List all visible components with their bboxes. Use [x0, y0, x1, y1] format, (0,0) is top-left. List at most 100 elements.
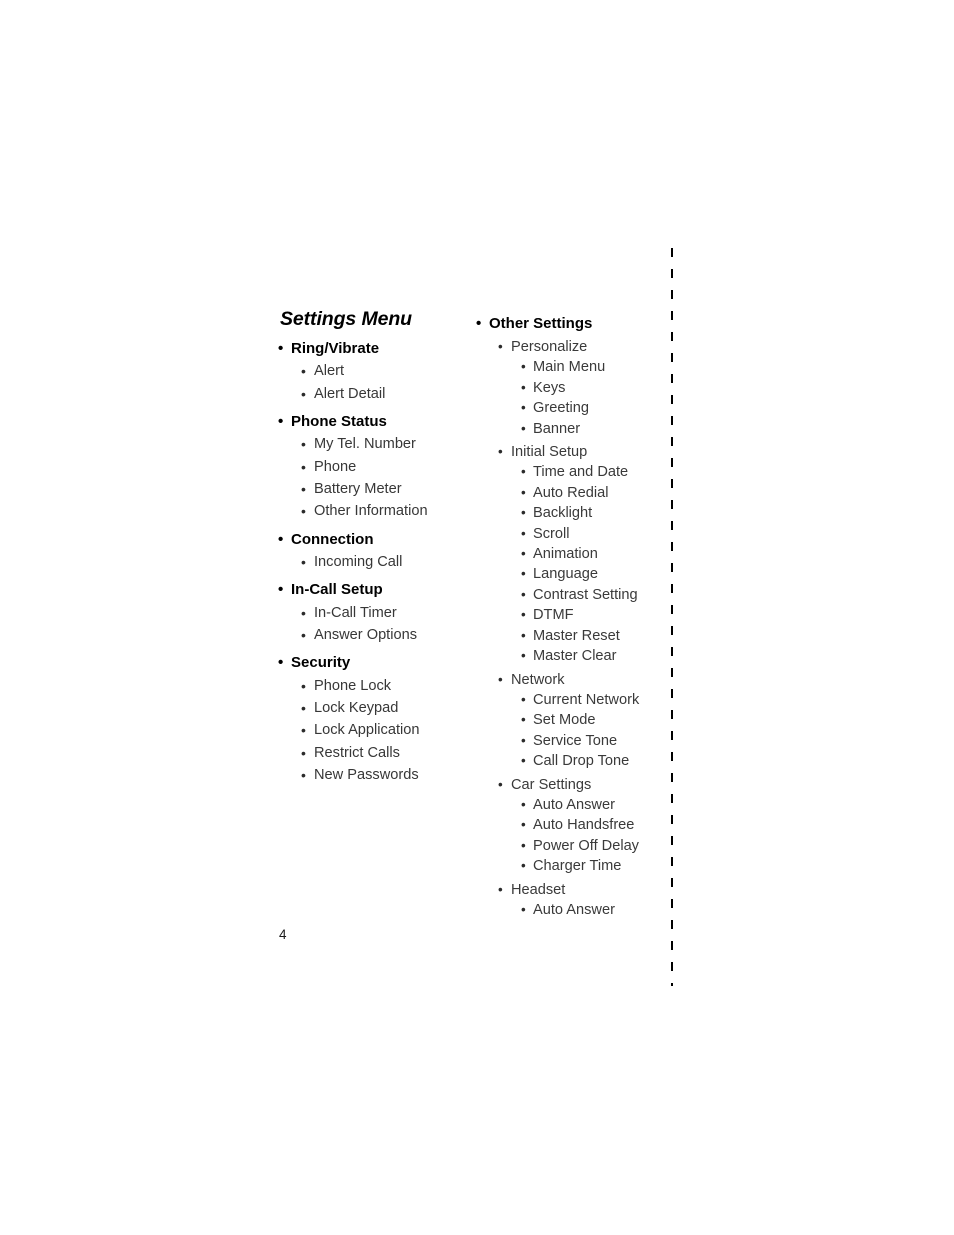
page-title: Settings Menu [280, 308, 412, 330]
menu-item-keys: • Keys [476, 378, 666, 398]
menu-item-dtmf-label: DTMF [533, 607, 574, 624]
bullet-icon: • [301, 604, 306, 621]
menu-item-master-reset-label: Master Reset [533, 627, 620, 644]
menu-item-service-tone-label: Service Tone [533, 732, 618, 749]
bullet-icon: • [521, 817, 526, 833]
menu-item-other-information-label: Other Information [314, 503, 428, 520]
menu-item-lock-application: • Lock Application [278, 719, 478, 741]
menu-item-call-drop-tone-label: Call Drop Tone [533, 753, 630, 770]
menu-group-phone-status-label: Phone Status [291, 413, 387, 430]
bullet-icon: • [301, 677, 306, 694]
bullet-icon: • [521, 464, 526, 480]
menu-item-alert-label: Alert [314, 363, 345, 380]
menu-group-initial-setup: • Initial Setup [476, 442, 666, 462]
menu-item-set-mode-label: Set Mode [533, 712, 596, 729]
bullet-icon: • [521, 753, 526, 769]
menu-item-time-and-date: • Time and Date [476, 462, 666, 482]
menu-item-scroll: • Scroll [476, 524, 666, 544]
menu-item-charger-time: • Charger Time [476, 856, 666, 876]
menu-item-restrict-calls-label: Restrict Calls [314, 744, 400, 761]
menu-item-battery-meter-label: Battery Meter [314, 481, 402, 497]
menu-item-lock-keypad: • Lock Keypad [278, 697, 478, 719]
menu-item-call-drop-tone: • Call Drop Tone [476, 751, 666, 771]
menu-item-language: • Language [476, 564, 666, 584]
menu-item-auto-handsfree: • Auto Handsfree [476, 815, 666, 835]
menu-item-other-information: • Other Information [278, 500, 478, 522]
menu-item-incoming-call: • Incoming Call [278, 551, 478, 573]
menu-item-alert: • Alert [278, 360, 478, 382]
menu-item-battery-meter: • Battery Meter [278, 478, 478, 500]
menu-item-current-network: • Current Network [476, 690, 666, 710]
menu-group-car-settings-label: Car Settings [511, 776, 592, 793]
left-column: Settings Menu • Ring/Vibrate • Alert • Alert … [278, 308, 478, 786]
menu-item-language-label: Language [533, 566, 598, 583]
bullet-icon: • [521, 586, 526, 602]
bullet-icon: • [521, 607, 526, 623]
bullet-icon: • [278, 581, 284, 599]
menu-item-auto-answer: • Auto Answer [476, 795, 666, 815]
bullet-icon: • [521, 420, 526, 436]
menu-group-headset: • Headset [476, 880, 666, 900]
menu-item-greeting: • Greeting [476, 398, 666, 418]
bullet-icon: • [521, 796, 526, 812]
bullet-icon: • [521, 691, 526, 707]
menu-item-lock-keypad-label: Lock Keypad [314, 700, 399, 716]
bullet-icon: • [498, 776, 503, 792]
menu-group-network-label: Network [511, 671, 565, 688]
bullet-icon: • [278, 340, 284, 357]
menu-item-dtmf: • DTMF [476, 605, 666, 625]
bullet-icon: • [521, 525, 526, 541]
menu-item-charger-time-label: Charger Time [533, 858, 622, 875]
bullet-icon: • [301, 700, 306, 716]
menu-item-restrict-calls: • Restrict Calls [278, 742, 478, 764]
menu-item-contrast-setting-label: Contrast Setting [533, 586, 638, 603]
menu-item-incoming-call-label: Incoming Call [314, 554, 403, 570]
menu-item-phone-label: Phone [314, 458, 357, 475]
bullet-icon: • [521, 505, 526, 521]
right-column-heading-label: Other Settings [489, 315, 593, 332]
bullet-icon: • [521, 837, 526, 853]
bullet-icon: • [278, 654, 284, 672]
bullet-icon: • [301, 627, 306, 643]
menu-item-banner: • Banner [476, 419, 666, 439]
menu-item-contrast-setting: • Contrast Setting [476, 585, 666, 605]
menu-item-time-and-date-label: Time and Date [533, 464, 629, 481]
menu-item-auto-redial: • Auto Redial [476, 483, 666, 503]
bullet-icon: • [498, 881, 503, 897]
menu-item-my-tel-number-label: My Tel. Number [314, 436, 416, 453]
menu-item-phone-lock: • Phone Lock [278, 675, 478, 697]
bullet-icon: • [521, 732, 526, 748]
menu-item-alert-detail: • Alert Detail [278, 383, 478, 405]
bullet-icon: • [278, 413, 284, 430]
menu-group-ring-vibrate: • Ring/Vibrate [278, 338, 478, 360]
menu-group-connection: • Connection [278, 529, 478, 551]
page-number: 4 [279, 927, 287, 942]
menu-group-personalize-label: Personalize [511, 339, 588, 355]
bullet-icon: • [498, 671, 503, 687]
menu-group-personalize: • Personalize [476, 337, 666, 357]
menu-item-auto-redial-label: Auto Redial [533, 484, 609, 501]
bullet-icon: • [301, 436, 306, 453]
menu-item-phone-lock-label: Phone Lock [314, 677, 392, 694]
menu-item-power-off-delay: • Power Off Delay [476, 836, 666, 856]
menu-item-main-menu-label: Main Menu [533, 359, 606, 376]
menu-group-connection-label: Connection [291, 530, 374, 548]
bullet-icon: • [521, 901, 526, 917]
menu-item-auto-handsfree-label: Auto Handsfree [533, 817, 635, 834]
bullet-icon: • [301, 722, 306, 739]
menu-item-main-menu: • Main Menu [476, 357, 666, 377]
menu-group-car-settings: • Car Settings [476, 775, 666, 795]
bullet-icon: • [498, 339, 503, 354]
menu-item-in-call-timer: • In-Call Timer [278, 602, 478, 624]
menu-item-auto-answer-label: Auto Answer [533, 796, 615, 813]
menu-group-in-call-setup-label: In-Call Setup [291, 581, 383, 599]
bullet-icon: • [521, 379, 526, 395]
bullet-icon: • [278, 530, 284, 548]
right-column-list: • Personalize • Main Menu • Keys • Greeting • Ban… [476, 337, 666, 920]
menu-item-master-clear: • Master Clear [476, 646, 666, 666]
menu-group-security-label: Security [291, 654, 351, 672]
menu-group-phone-status: • Phone Status [278, 411, 478, 433]
menu-item-answer-options-label: Answer Options [314, 627, 418, 643]
menu-group-headset-label: Headset [511, 881, 566, 898]
menu-item-alert-detail-label: Alert Detail [314, 385, 386, 402]
